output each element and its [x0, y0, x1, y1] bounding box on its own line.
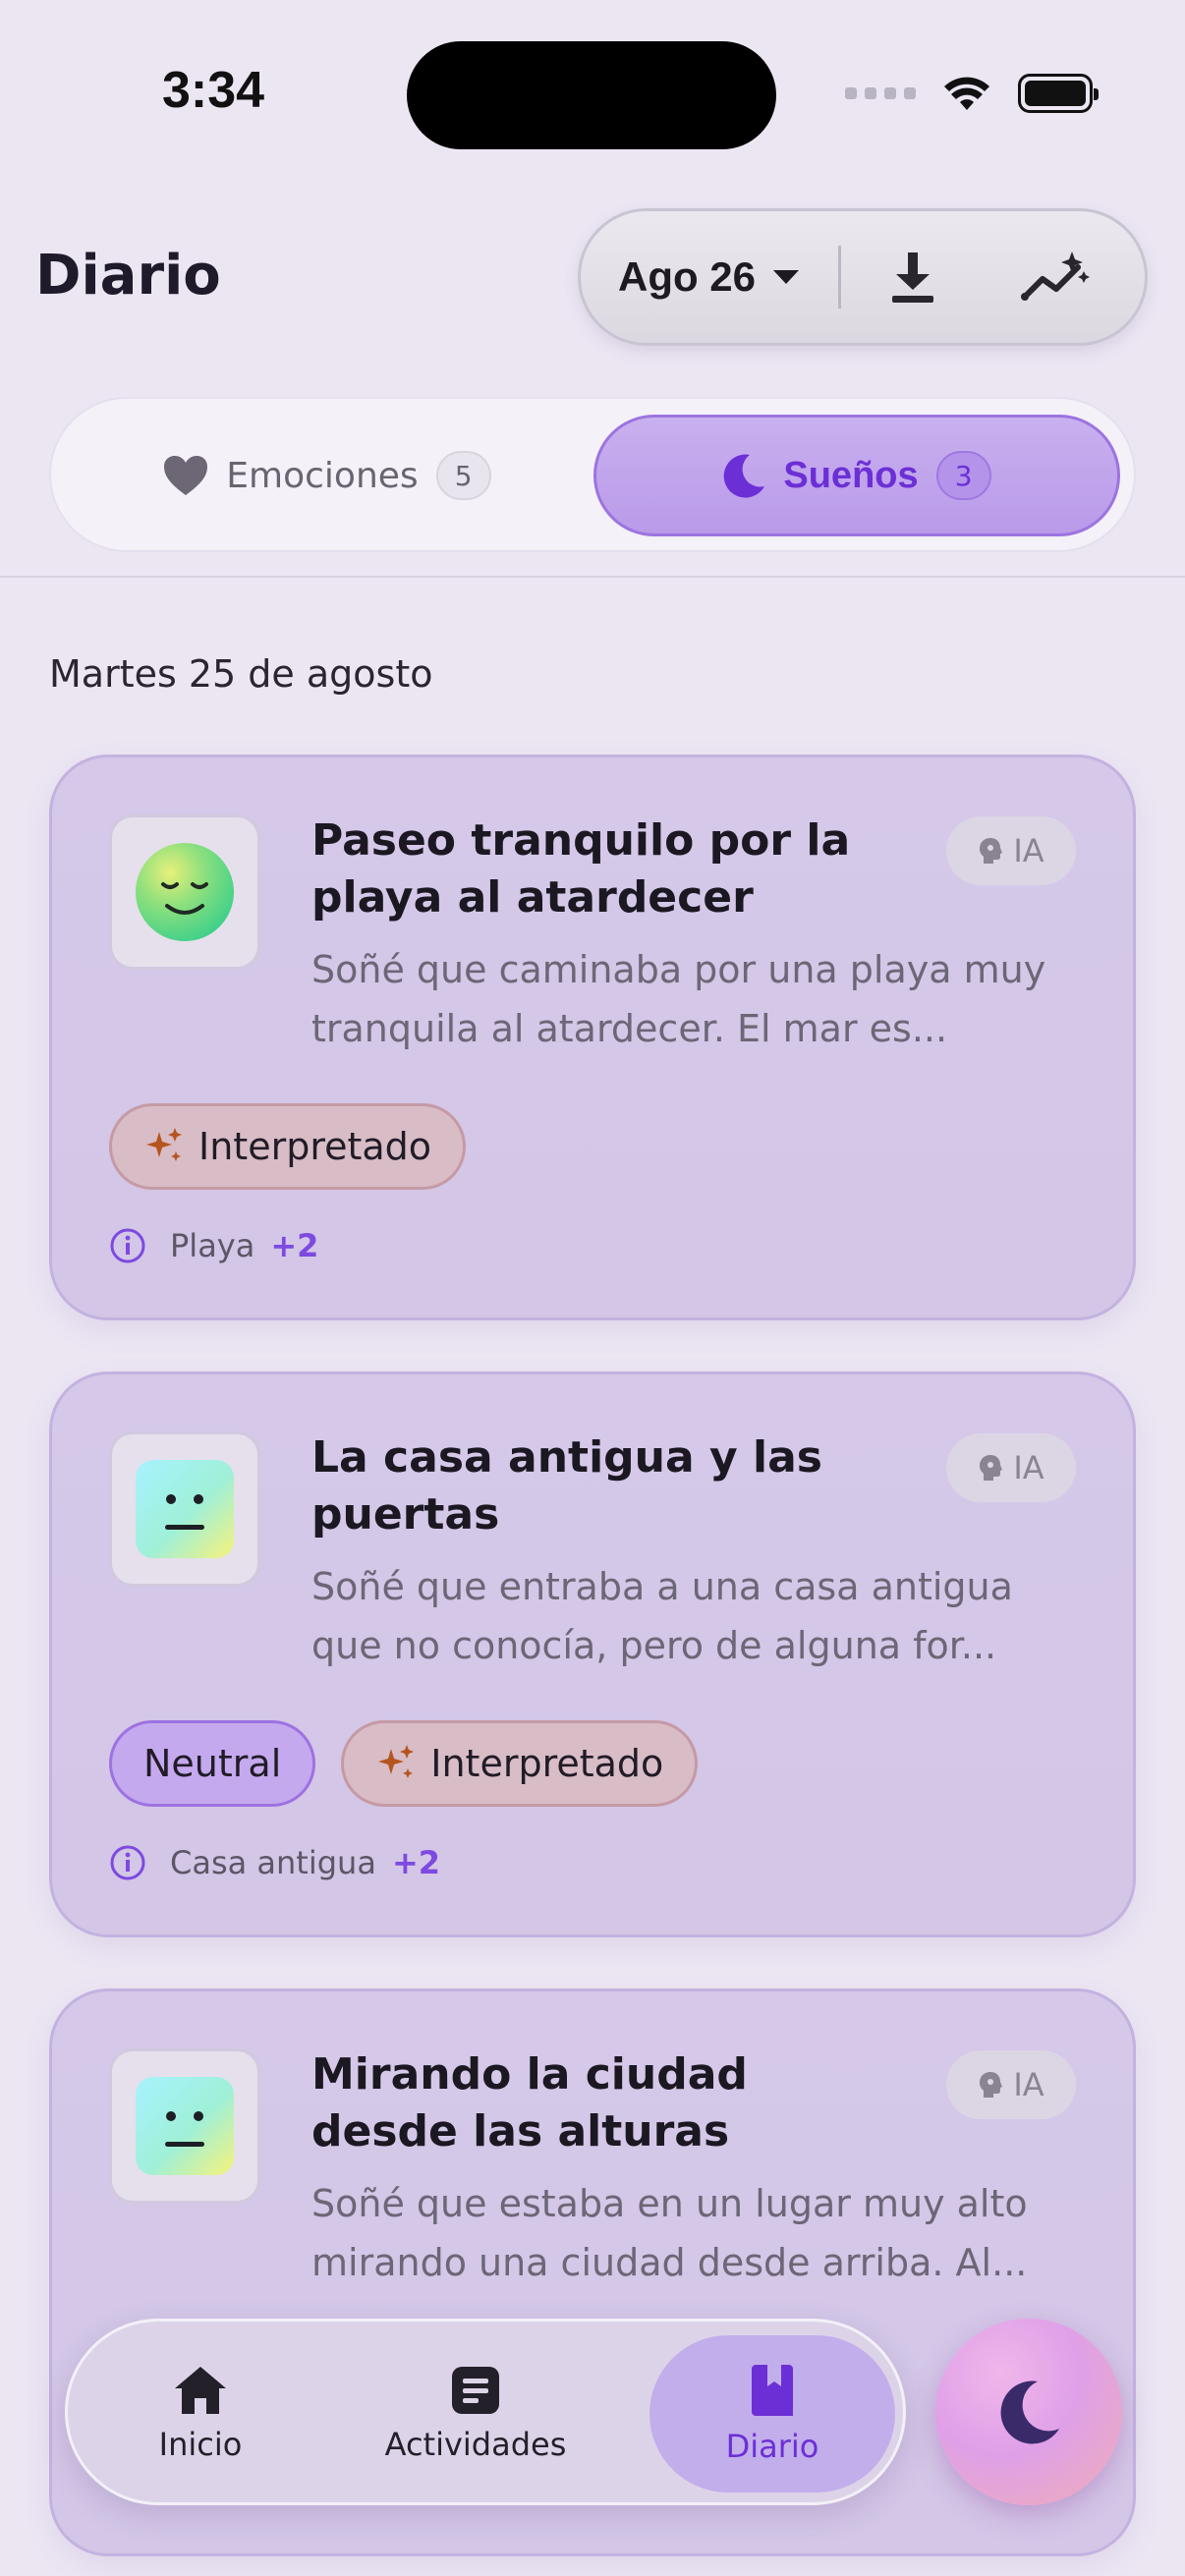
dream-fab-button[interactable] — [935, 2319, 1122, 2505]
nav-label: Diario — [725, 2428, 819, 2465]
meta-more-count: +2 — [391, 1844, 441, 1881]
neutral-face-icon — [136, 1460, 234, 1558]
download-button[interactable] — [841, 228, 984, 326]
wifi-icon — [944, 77, 989, 110]
card-meta: Playa +2 — [109, 1227, 318, 1264]
tag-label: Interpretado — [430, 1742, 664, 1785]
tag-label: Interpretado — [198, 1125, 432, 1168]
dynamic-island — [407, 41, 776, 149]
card-title: La casa antigua y las puertas — [311, 1432, 822, 1540]
dream-card[interactable]: La casa antigua y las puertas IA Soñé qu… — [49, 1372, 1136, 1937]
sparkles-icon — [378, 1745, 415, 1778]
chevron-down-icon — [773, 270, 800, 284]
count-badge: 5 — [435, 451, 491, 500]
ia-label: IA — [1013, 2066, 1044, 2103]
card-excerpt: Soñé que entraba a una casa antigua que … — [311, 1565, 1013, 1667]
brain-icon — [980, 1455, 1003, 1481]
ia-label: IA — [1013, 832, 1044, 869]
mood-avatar — [109, 814, 260, 970]
nav-item-actividades[interactable]: Actividades — [333, 2335, 618, 2492]
neutral-face-icon — [136, 2077, 234, 2175]
sparkle-chart-icon — [1020, 252, 1090, 301]
tag-interpretado[interactable]: Interpretado — [341, 1720, 699, 1807]
journal-tabs: Emociones 5 Sueños 3 — [49, 397, 1136, 552]
moon-icon — [724, 454, 765, 498]
tag-interpretado[interactable]: Interpretado — [109, 1103, 467, 1190]
ia-badge: IA — [946, 2050, 1076, 2119]
date-label: Ago 26 — [618, 253, 757, 300]
ia-badge: IA — [946, 1433, 1076, 1502]
meta-label: Casa antigua — [170, 1844, 376, 1881]
activities-icon — [452, 2367, 499, 2414]
card-title: Paseo tranquilo por la playa al atardece… — [311, 815, 851, 923]
card-excerpt: Soñé que caminaba por una playa muy tran… — [311, 948, 1046, 1050]
sparkles-icon — [146, 1128, 182, 1161]
meta-label: Playa — [170, 1227, 255, 1264]
header-actions: Ago 26 — [578, 208, 1148, 346]
calm-face-icon — [136, 843, 234, 941]
info-icon — [110, 1845, 145, 1880]
divider — [0, 576, 1185, 578]
brain-icon — [980, 838, 1003, 864]
status-time: 3:34 — [162, 62, 265, 119]
bottom-nav: Inicio Actividades Diario — [65, 2319, 906, 2505]
page-title: Diario — [35, 244, 221, 308]
meta-more-count: +2 — [270, 1227, 319, 1264]
ia-badge: IA — [946, 816, 1076, 885]
tab-emociones[interactable]: Emociones 5 — [67, 415, 588, 536]
status-icons — [845, 69, 1099, 118]
count-badge: 3 — [935, 451, 991, 500]
mood-avatar — [109, 2048, 260, 2204]
card-excerpt: Soñé que estaba en un lugar muy alto mir… — [311, 2182, 1028, 2284]
nav-label: Inicio — [158, 2426, 243, 2463]
date-selector[interactable]: Ago 26 — [581, 253, 838, 301]
nav-label: Actividades — [384, 2426, 567, 2463]
mood-avatar — [109, 1431, 260, 1587]
tab-suenos[interactable]: Sueños 3 — [593, 415, 1120, 536]
battery-icon — [1018, 74, 1099, 113]
dream-card[interactable]: Paseo tranquilo por la playa al atardece… — [49, 755, 1136, 1320]
insights-button[interactable] — [984, 228, 1126, 326]
heart-icon — [164, 456, 208, 495]
tag-label: Neutral — [143, 1742, 282, 1785]
tab-label: Sueños — [783, 454, 919, 496]
tab-label: Emociones — [226, 455, 419, 496]
home-icon — [175, 2367, 226, 2414]
day-heading: Martes 25 de agosto — [49, 652, 433, 696]
moon-icon — [1000, 2380, 1059, 2444]
brain-icon — [980, 2072, 1003, 2098]
card-meta: Casa antigua +2 — [109, 1844, 440, 1881]
nav-item-diario[interactable]: Diario — [649, 2335, 895, 2492]
tag-neutral[interactable]: Neutral — [109, 1720, 316, 1807]
tag-list: Interpretado — [109, 1103, 467, 1190]
nav-item-inicio[interactable]: Inicio — [97, 2335, 304, 2492]
tag-list: Neutral Interpretado — [109, 1720, 699, 1807]
card-title: Mirando la ciudad desde las alturas — [311, 2049, 748, 2156]
cellular-signal-icon — [845, 87, 916, 99]
download-icon — [891, 252, 933, 303]
ia-label: IA — [1013, 1449, 1044, 1486]
info-icon — [110, 1228, 145, 1263]
bookmark-book-icon — [752, 2365, 793, 2416]
status-bar: 3:34 — [0, 0, 1185, 196]
